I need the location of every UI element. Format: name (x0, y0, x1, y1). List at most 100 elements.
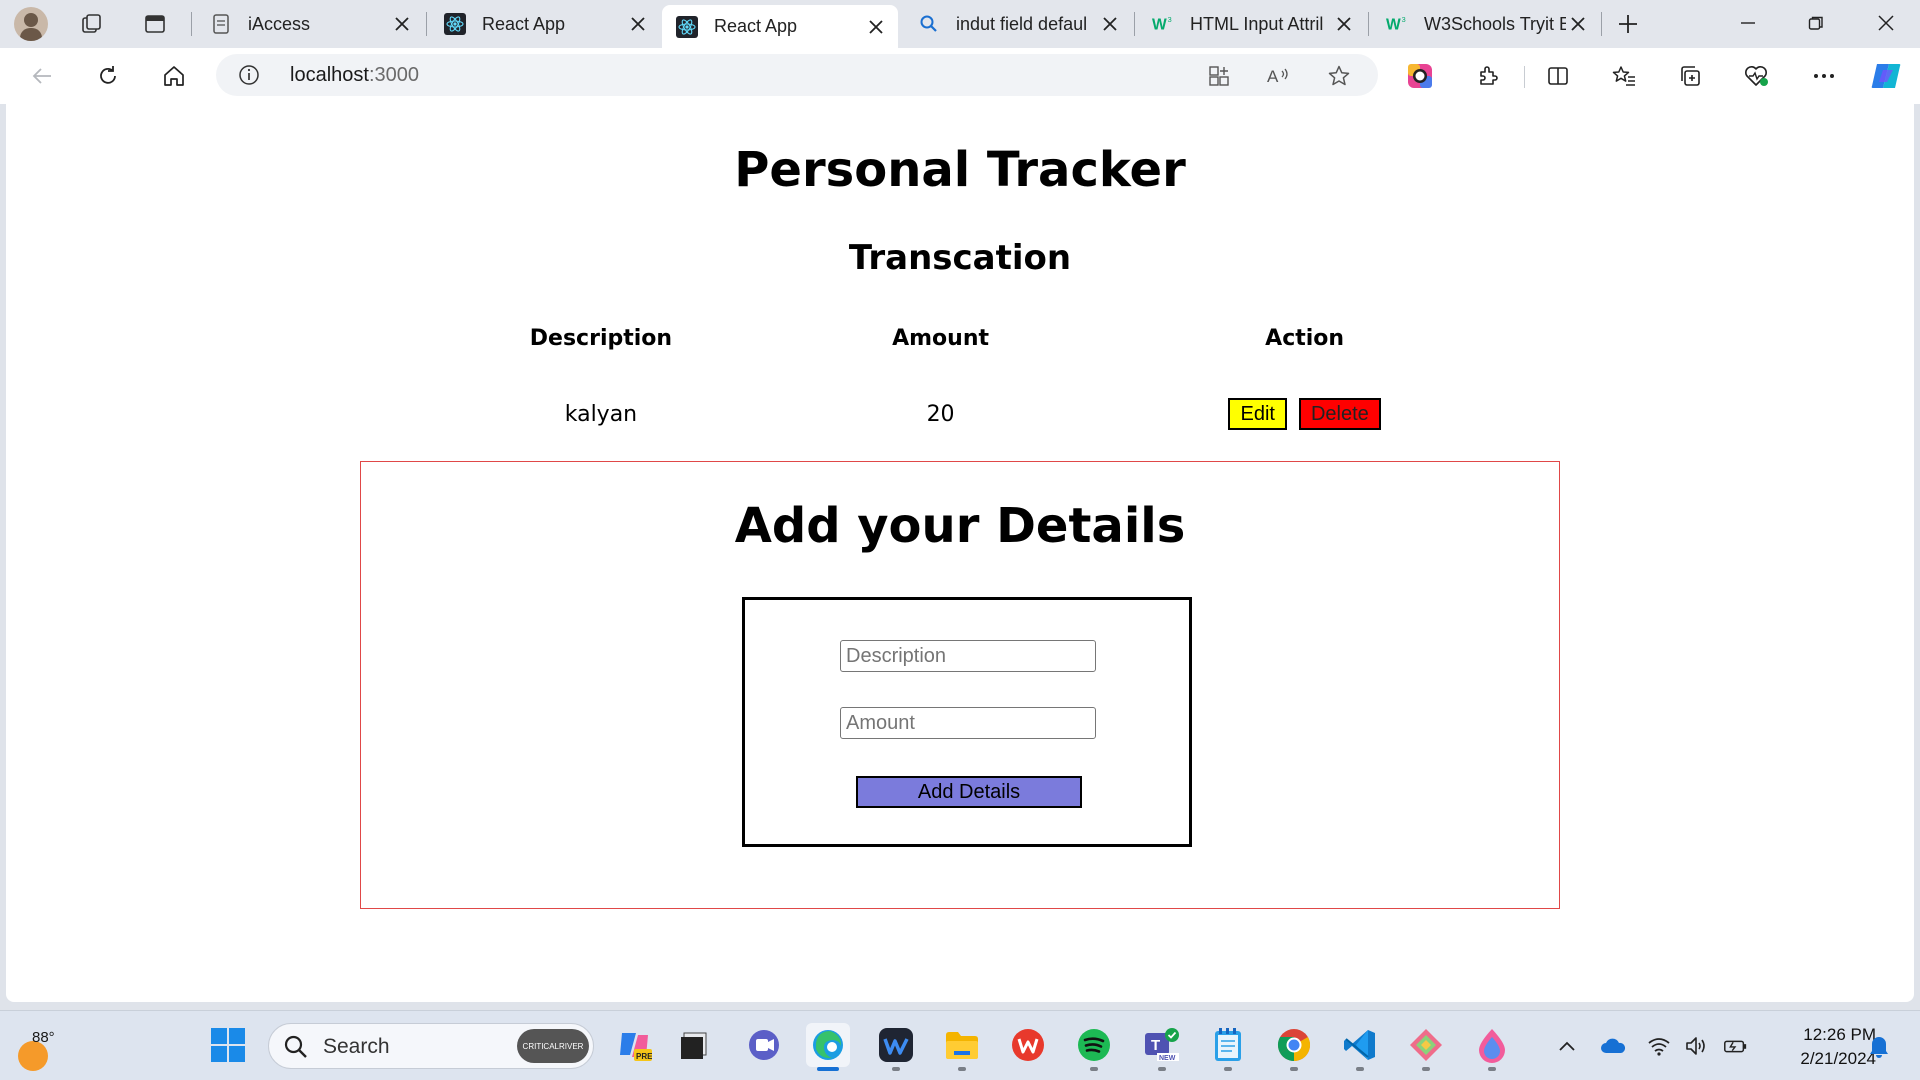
close-window-icon[interactable] (1852, 0, 1920, 46)
read-aloud-icon[interactable]: A (1266, 63, 1292, 89)
tab-label: HTML Input Attril (1190, 13, 1324, 34)
favorite-star-icon[interactable] (1326, 63, 1352, 89)
cell-description: kalyan (564, 401, 638, 427)
more-options-icon[interactable] (1804, 58, 1844, 94)
notification-bell-icon[interactable] (1866, 1033, 1892, 1059)
vertical-tabs-icon[interactable] (141, 10, 169, 38)
minimize-icon[interactable] (1714, 0, 1782, 46)
chevron-up-icon[interactable] (1554, 1033, 1580, 1059)
weather-temperature: 88° (32, 1029, 55, 1046)
workspaces-icon[interactable] (78, 10, 106, 38)
tab-label: indut field defaul (956, 13, 1088, 34)
paint-icon[interactable] (1470, 1023, 1514, 1071)
copilot-icon[interactable] (1866, 58, 1906, 94)
collections-icon[interactable] (1670, 58, 1710, 94)
extensions-puzzle-icon[interactable] (1468, 58, 1508, 94)
w3schools-icon: W3 (1386, 13, 1408, 35)
file-explorer-icon[interactable] (940, 1023, 984, 1071)
close-tab-icon[interactable] (626, 12, 650, 36)
wps-office-icon[interactable] (1006, 1023, 1050, 1067)
running-indicator (817, 1067, 839, 1071)
onedrive-icon[interactable] (1600, 1033, 1626, 1059)
webex-icon[interactable] (874, 1023, 918, 1071)
svg-text:W: W (1152, 17, 1167, 34)
close-tab-icon[interactable] (1332, 12, 1356, 36)
spotify-icon[interactable] (1072, 1023, 1116, 1071)
system-clock[interactable]: 12:26 PM 2/21/2024 (1766, 1023, 1876, 1071)
delete-button[interactable]: Delete (1298, 398, 1381, 430)
close-tab-icon[interactable] (1566, 12, 1590, 36)
tab-label: React App (482, 13, 566, 34)
close-tab-icon[interactable] (390, 12, 414, 36)
volume-icon[interactable] (1684, 1033, 1710, 1059)
address-bar[interactable]: localhost:3000 A (216, 54, 1378, 96)
tab-iaccess[interactable]: iAccess (196, 6, 424, 42)
svg-text:3: 3 (1168, 15, 1172, 24)
running-indicator (1488, 1067, 1496, 1071)
running-indicator (1224, 1067, 1232, 1071)
running-indicator (1090, 1067, 1098, 1071)
description-input[interactable] (840, 640, 1096, 672)
edit-button[interactable]: Edit (1228, 398, 1287, 430)
vscode-icon[interactable] (1338, 1023, 1382, 1071)
running-indicator (1422, 1067, 1430, 1071)
running-indicator (1158, 1067, 1166, 1071)
git-tool-icon[interactable] (1404, 1023, 1448, 1071)
notepad-icon[interactable] (1206, 1023, 1250, 1071)
svg-text:W: W (1386, 17, 1401, 34)
svg-text:A: A (1267, 67, 1279, 86)
teams-chat-icon[interactable] (742, 1023, 786, 1067)
page-viewport: Personal Tracker Transcation Description… (6, 104, 1914, 1002)
taskbar-search[interactable]: Search CRITICALRIVER (268, 1023, 594, 1069)
search-promo-badge: CRITICALRIVER (517, 1029, 589, 1063)
battery-icon[interactable] (1722, 1033, 1748, 1059)
chrome-icon[interactable] (1272, 1023, 1316, 1071)
react-icon (444, 13, 466, 35)
home-icon[interactable] (154, 58, 194, 94)
tab-react-app[interactable]: React App (430, 6, 660, 42)
running-indicator (958, 1067, 966, 1071)
running-indicator (1290, 1067, 1298, 1071)
svg-text:PRE: PRE (636, 1052, 652, 1061)
split-screen-icon[interactable] (1538, 58, 1578, 94)
tab-html-input-attributes[interactable]: W3 HTML Input Attril (1138, 6, 1366, 42)
tab-react-app-active[interactable]: React App (662, 5, 898, 48)
svg-text:T: T (1151, 1037, 1160, 1054)
app-available-icon[interactable] (1206, 63, 1232, 89)
profile-avatar[interactable] (14, 7, 48, 41)
task-view-icon[interactable] (672, 1023, 716, 1067)
new-tab-icon[interactable] (1614, 10, 1642, 38)
amount-input[interactable] (840, 707, 1096, 739)
refresh-icon[interactable] (88, 58, 128, 94)
favorites-icon[interactable] (1604, 58, 1644, 94)
react-app-page: Personal Tracker Transcation Description… (6, 104, 1914, 1002)
search-icon (283, 1034, 309, 1065)
color-extension-icon[interactable] (1400, 58, 1440, 94)
tab-label: iAccess (248, 13, 311, 34)
column-header-action: Action (1265, 325, 1345, 351)
react-icon (676, 15, 698, 38)
teams-new-icon[interactable]: T NEW (1140, 1023, 1184, 1071)
back-arrow-icon[interactable] (22, 58, 62, 94)
search-icon (918, 13, 940, 35)
clock-date: 2/21/2024 (1800, 1049, 1876, 1068)
wifi-icon[interactable] (1646, 1033, 1672, 1059)
tab-w3schools-tryit[interactable]: W3 W3Schools Tryit E (1372, 6, 1600, 42)
restore-icon[interactable] (1782, 0, 1850, 46)
windows-logo-icon (211, 1028, 245, 1062)
add-details-button[interactable]: Add Details (856, 776, 1082, 808)
tab-label: W3Schools Tryit E (1424, 13, 1566, 34)
browser-essentials-icon[interactable] (1736, 58, 1776, 94)
close-tab-icon[interactable] (864, 15, 888, 39)
add-details-form: Add Details (742, 597, 1192, 847)
close-tab-icon[interactable] (1098, 12, 1122, 36)
start-button[interactable] (206, 1023, 250, 1067)
tab-search-results[interactable]: indut field defaul (904, 6, 1132, 42)
page-icon (210, 13, 232, 35)
edge-icon[interactable] (806, 1023, 850, 1071)
copilot-pre-icon[interactable]: PRE (612, 1023, 656, 1067)
column-header-description: Description (529, 325, 673, 351)
site-info-icon[interactable] (238, 64, 260, 91)
url-text: localhost:3000 (290, 64, 419, 87)
svg-text:3: 3 (1402, 15, 1406, 24)
